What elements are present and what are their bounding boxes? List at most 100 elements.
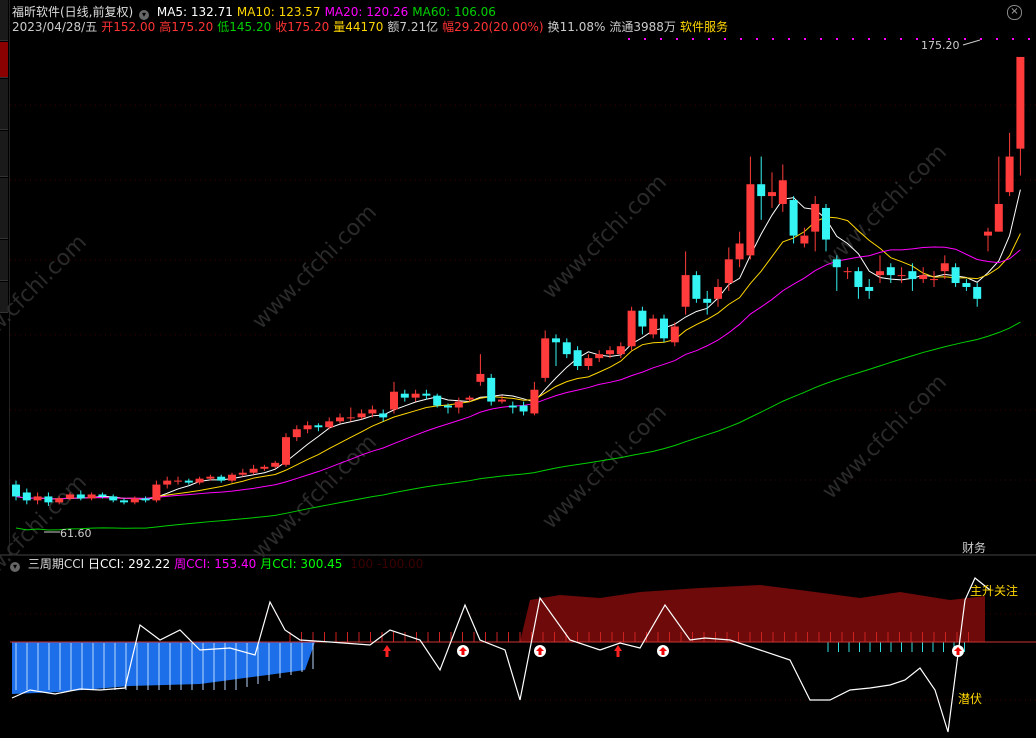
- candle-body: [33, 496, 42, 501]
- candle: [109, 494, 118, 503]
- quote-field: 2023/04/28/五: [12, 20, 98, 34]
- candle: [282, 433, 290, 467]
- dropdown-icon[interactable]: ▾: [139, 10, 150, 20]
- candle: [811, 196, 820, 252]
- price-chart[interactable]: www.cfchi.com www.cfchi.com www.cfchi.com w…: [0, 0, 1036, 738]
- indicator-header: ▾ 三周期CCI 日CCI: 292.22 周CCI: 153.40 月CCI: 3…: [8, 557, 423, 572]
- candle-body: [962, 283, 971, 287]
- candle: [163, 476, 172, 489]
- quote-field: 高175.20: [159, 20, 214, 34]
- watermark-text: www.cfchi.com: [248, 430, 382, 564]
- candle: [994, 156, 1003, 232]
- candle-body: [886, 267, 895, 276]
- candle: [876, 255, 884, 284]
- ma-value: MA20: 120.26: [324, 5, 409, 19]
- cci-blue-area: [12, 642, 315, 694]
- candle: [260, 464, 269, 471]
- candle-body: [595, 354, 604, 359]
- header-line1: 福昕软件(日线,前复权) ▾ MA5: 132.71 MA10: 123.57 MA…: [12, 5, 500, 20]
- candle-body: [390, 391, 398, 410]
- candle-body: [541, 338, 550, 378]
- candle: [757, 156, 766, 220]
- top-dot: [724, 38, 726, 40]
- quote-field: 额7.21亿: [387, 20, 439, 34]
- candle: [573, 346, 582, 370]
- candle: [336, 413, 344, 424]
- quote-field: 收175.20: [275, 20, 330, 34]
- candle-body: [562, 342, 571, 355]
- candle-body: [336, 417, 344, 422]
- watermark-text: www.cfchi.com: [818, 140, 952, 274]
- candle-body: [433, 395, 442, 406]
- candle-body: [98, 494, 107, 497]
- quote-field: 软件服务: [679, 20, 728, 34]
- up-arrow-icon: [614, 645, 622, 657]
- candle: [454, 397, 463, 414]
- candle-body: [379, 413, 388, 418]
- cci-value: 周CCI: 153.40: [174, 557, 257, 571]
- candle: [562, 338, 571, 359]
- candle: [951, 263, 960, 287]
- candle: [217, 474, 226, 483]
- dropdown-icon[interactable]: ▾: [10, 562, 20, 572]
- candle: [314, 423, 323, 432]
- indicator-faded-values: 100 -100.00: [350, 557, 424, 571]
- candle-body: [325, 421, 334, 428]
- candle: [519, 401, 528, 416]
- low-price-label: 61.60: [60, 527, 92, 540]
- candle-body: [940, 263, 949, 272]
- quote-field: 开152.00: [101, 20, 156, 34]
- candle-body: [919, 275, 928, 280]
- candle-body: [303, 425, 312, 430]
- top-dot: [900, 38, 902, 40]
- indicator-name: 三周期CCI: [27, 557, 85, 571]
- candle-body: [444, 405, 452, 408]
- top-dot: [660, 38, 662, 40]
- candle-body: [152, 484, 161, 501]
- candle-body: [271, 462, 280, 467]
- candle: [724, 247, 733, 291]
- top-dot: [676, 38, 678, 40]
- candle: [627, 306, 636, 351]
- candle: [541, 330, 550, 382]
- candle-body: [930, 279, 938, 281]
- top-dot: [868, 38, 870, 40]
- candle: [508, 401, 517, 414]
- candle: [703, 290, 712, 315]
- top-dot: [980, 38, 982, 40]
- candle-body: [1016, 56, 1025, 149]
- candle: [120, 498, 128, 505]
- top-dot: [644, 38, 646, 40]
- candle-body: [843, 271, 852, 273]
- candle-body: [400, 393, 409, 398]
- candle-body: [130, 498, 139, 503]
- finance-label[interactable]: 财务: [962, 540, 986, 555]
- top-dot: [708, 38, 710, 40]
- candle-body: [811, 203, 820, 232]
- candle: [584, 354, 593, 370]
- candle: [87, 492, 96, 501]
- candle-body: [822, 207, 830, 240]
- candle: [238, 468, 247, 477]
- candle-body: [854, 271, 863, 287]
- rise-label: 主升关注: [970, 583, 1018, 598]
- candle-body: [649, 318, 658, 335]
- candle: [411, 389, 420, 402]
- candle-body: [260, 466, 269, 469]
- candle: [681, 251, 690, 315]
- candle-body: [552, 338, 560, 343]
- close-icon[interactable]: ×: [1007, 5, 1022, 20]
- up-arrow-icon: [383, 645, 391, 657]
- top-dot: [884, 38, 886, 40]
- quote-field: 流通3988万: [609, 20, 676, 34]
- candle-body: [12, 484, 20, 497]
- candle: [390, 381, 398, 414]
- candle-body: [681, 275, 690, 307]
- candle-body: [249, 468, 258, 473]
- candle: [530, 381, 539, 416]
- candle-body: [109, 496, 118, 501]
- dormant-label: 潜伏: [958, 692, 982, 706]
- high-price-label: 175.20: [921, 39, 960, 52]
- candle-body: [692, 275, 701, 299]
- header-line2: 2023/04/28/五 开152.00 高175.20 低145.20 收175.20…: [12, 20, 732, 34]
